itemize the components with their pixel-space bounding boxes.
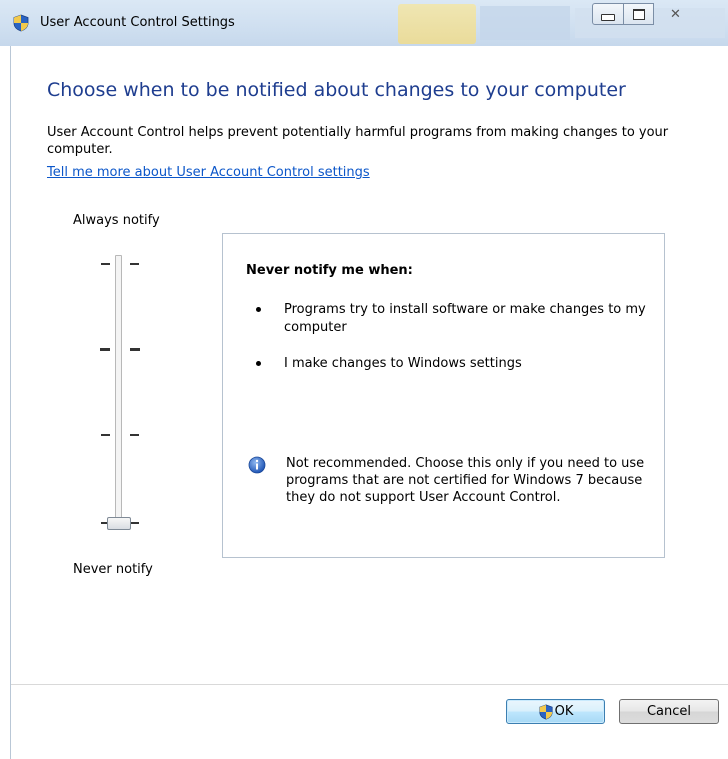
slider-thumb[interactable]	[107, 517, 131, 530]
slider-top-label: Always notify	[73, 213, 160, 228]
window-controls: ✕	[592, 3, 698, 27]
ok-button[interactable]: OK	[506, 699, 605, 724]
slider-tick	[130, 434, 139, 436]
divider	[11, 684, 728, 685]
close-button[interactable]: ✕	[654, 3, 698, 25]
notification-level-slider[interactable]	[87, 253, 157, 533]
info-icon	[248, 456, 266, 474]
uac-shield-icon	[539, 704, 553, 719]
slider-bottom-label: Never notify	[73, 562, 153, 577]
minimize-icon	[601, 13, 615, 21]
cancel-button-label: Cancel	[646, 704, 692, 719]
ok-button-label: OK	[554, 704, 574, 719]
slider-tick	[101, 263, 110, 265]
slider-tick	[130, 348, 140, 351]
window-title: User Account Control Settings	[40, 15, 235, 30]
list-item: I make changes to Windows settings	[246, 355, 646, 373]
setting-description-panel: Never notify me when: Programs try to in…	[222, 233, 665, 558]
dialog-content: Choose when to be notified about changes…	[10, 46, 728, 759]
cancel-button[interactable]: Cancel	[619, 699, 719, 724]
bullet-list: Programs try to install software or make…	[246, 301, 646, 391]
close-icon: ✕	[670, 6, 681, 22]
minimize-button[interactable]	[592, 3, 624, 25]
slider-tick	[101, 434, 110, 436]
background-window-blur	[398, 4, 476, 44]
title-bar[interactable]: User Account Control Settings ✕	[0, 0, 728, 46]
slider-tick	[100, 348, 110, 351]
maximize-button[interactable]	[624, 3, 654, 25]
description-text: User Account Control helps prevent poten…	[47, 125, 669, 157]
slider-tick	[130, 263, 139, 265]
panel-title: Never notify me when:	[246, 263, 413, 278]
help-link[interactable]: Tell me more about User Account Control …	[47, 165, 370, 180]
slider-track[interactable]	[115, 255, 122, 529]
maximize-icon	[632, 8, 645, 20]
list-item: Programs try to install software or make…	[246, 301, 646, 337]
slider-tick	[130, 522, 139, 524]
background-window-blur	[480, 6, 570, 40]
uac-shield-icon	[13, 14, 29, 32]
page-title: Choose when to be notified about changes…	[47, 79, 626, 101]
warning-note: Not recommended. Choose this only if you…	[286, 456, 645, 505]
